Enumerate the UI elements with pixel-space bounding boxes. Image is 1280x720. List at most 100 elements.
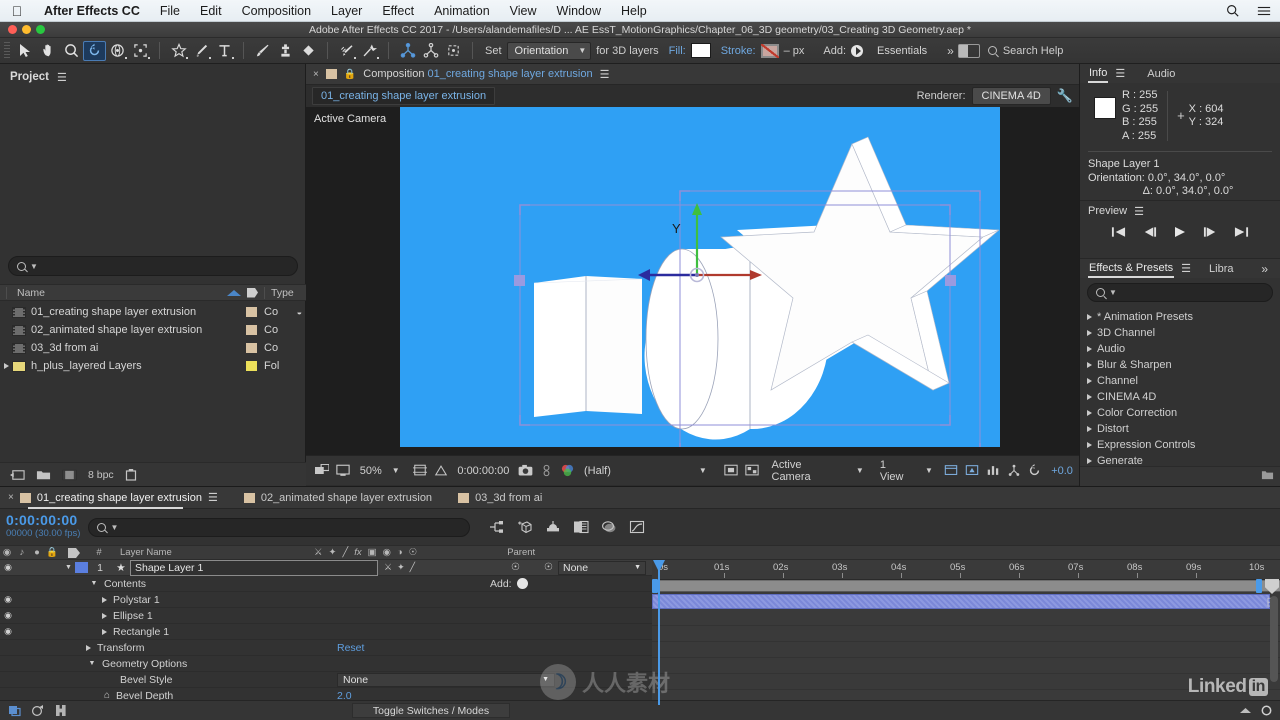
pen-tool-icon[interactable] [190,41,213,61]
delete-icon[interactable] [125,468,137,481]
menu-item-window[interactable]: Window [547,0,611,22]
menu-item-after-effects[interactable]: After Effects CC [34,0,150,22]
workspace-overflow-icon[interactable]: » [941,44,958,58]
work-area-bar[interactable] [652,580,1280,592]
column-number[interactable]: # [88,546,110,559]
stroke-label[interactable]: Stroke: [711,45,761,57]
column-layer-name[interactable]: Layer Name [110,546,306,559]
camera-view-value[interactable]: Active Camera [763,459,846,483]
views-chevron-down-icon[interactable]: ▼ [917,466,941,475]
composition-tab-label[interactable]: Composition 01_creating shape layer extr… [363,68,592,80]
disclosure-triangle-icon[interactable] [1087,458,1092,464]
timeline-property-row[interactable]: ▼ Contents Add: [0,576,652,592]
type-tool-icon[interactable] [213,41,236,61]
exposure-value[interactable]: +0.0 [1045,465,1079,477]
window-traffic-lights[interactable] [8,25,45,34]
menu-item-composition[interactable]: Composition [232,0,321,22]
layer-name-field[interactable]: Shape Layer 1 [130,559,378,576]
project-item-row[interactable]: 02_animated shape layer extrusion Co [0,321,306,339]
shy-header-icon[interactable]: ⚔ [314,547,323,558]
column-name[interactable]: Name [6,286,227,299]
close-tab-icon[interactable]: × [8,492,14,503]
disclosure-triangle-icon[interactable] [1087,330,1092,336]
effects-category-row[interactable]: Color Correction [1080,405,1280,421]
frame-blending-icon[interactable] [572,519,589,536]
project-item-row[interactable]: h_plus_layered Layers Fol [0,357,306,375]
timeline-property-row[interactable]: ◉ Ellipse 1 [0,608,652,624]
collapse-transform-switch-icon[interactable]: ✦ [397,562,405,573]
menu-item-layer[interactable]: Layer [321,0,372,22]
spotlight-search-icon[interactable] [1217,4,1248,17]
disclosure-triangle-icon[interactable]: ▼ [88,580,100,587]
parent-pickwhip-icon[interactable]: ☉ [544,562,558,573]
current-time-indicator[interactable] [653,560,665,705]
graph-editor-icon[interactable] [628,519,645,536]
renderer-value[interactable]: CINEMA 4D [971,87,1051,105]
selection-tool-icon[interactable] [14,41,37,61]
transform-reset-link[interactable]: Reset [337,642,364,654]
preview-panel-menu-icon[interactable]: ☰ [1134,205,1144,218]
region-of-interest-icon[interactable] [721,462,742,480]
timeline-search-input[interactable]: ▼ [88,517,471,537]
panel-overflow-icon[interactable]: » [1255,262,1272,276]
layer-switches[interactable]: ⚔ ✦ ╱ [378,562,415,573]
next-frame-button[interactable] [1203,226,1218,238]
disclosure-triangle-icon[interactable] [1087,442,1092,448]
project-item-row[interactable]: 03_3d from ai Co [0,339,306,357]
minimize-window-button[interactable] [22,25,31,34]
shape-star-tool-icon[interactable] [167,41,190,61]
quality-header-icon[interactable]: ╱ [343,547,349,558]
orbit-camera-tool-icon[interactable] [106,41,129,61]
menu-item-edit[interactable]: Edit [190,0,232,22]
hand-tool-icon[interactable] [37,41,60,61]
control-center-icon[interactable] [1248,5,1280,17]
3d-renderer-icon[interactable] [1003,462,1024,480]
bevel-style-dropdown[interactable]: None ▼ [337,672,555,687]
solo-switch-header-icon[interactable]: ● [30,546,44,559]
menu-item-help[interactable]: Help [611,0,657,22]
clone-stamp-tool-icon[interactable] [274,41,297,61]
toggle-switches-modes-button[interactable]: Toggle Switches / Modes [352,703,510,718]
rotation-tool-icon[interactable] [83,40,106,61]
shape-visibility-icon[interactable]: ◉ [0,594,16,605]
puppet-pin-tool-icon[interactable] [358,41,381,61]
effects-category-row[interactable]: * Animation Presets [1080,309,1280,325]
work-area-end-handle[interactable] [1256,579,1262,593]
last-frame-button[interactable] [1234,226,1249,238]
layer-label-color[interactable] [75,562,88,573]
tab-audio[interactable]: Audio [1146,66,1176,82]
comp-flowchart-icon[interactable] [8,704,22,717]
timeline-panel-menu-icon[interactable]: ☰ [208,491,218,504]
universal-camera-tool-icon[interactable] [396,41,419,61]
draft-3d-icon[interactable] [516,519,533,536]
shape-visibility-icon[interactable]: ◉ [0,626,16,637]
effects-search-input[interactable]: ▼ [1087,283,1273,302]
timeline-tab-01[interactable]: 01_creating shape layer extrusion ☰ [19,491,232,504]
frame-blend-header-icon[interactable]: ▣ [368,547,377,558]
timeline-tab-03[interactable]: 03_3d from ai [446,492,556,504]
current-timecode-value[interactable]: 0:00:00:00 [451,465,515,477]
reset-exposure-icon[interactable] [1024,462,1045,480]
motion-blur-icon[interactable] [600,519,617,536]
effects-category-row[interactable]: Channel [1080,373,1280,389]
composition-canvas[interactable]: Y [400,107,1000,447]
snapshot-camera-icon[interactable] [515,462,536,480]
brush-tool-icon[interactable] [251,41,274,61]
search-help-field[interactable]: Search Help [980,45,1063,57]
sort-ascending-icon[interactable] [227,289,241,296]
column-parent[interactable]: Parent [417,546,535,559]
effects-category-row[interactable]: 3D Channel [1080,325,1280,341]
shy-switch-icon[interactable]: ⚔ [384,562,392,573]
layer-duration-bar[interactable] [652,594,1270,609]
tab-effects-presets[interactable]: Effects & Presets [1088,260,1175,278]
resolution-value[interactable]: (Half) [578,465,617,477]
disclosure-triangle-icon[interactable] [4,363,9,369]
disclosure-triangle-icon[interactable]: ▼ [62,564,75,571]
motion-blur-header-icon[interactable]: ◉ [383,547,391,558]
audio-switch-header-icon[interactable]: ♪ [14,546,30,559]
add-shape-control[interactable]: Add: [490,578,528,590]
previous-frame-button[interactable] [1142,226,1157,238]
fill-color-swatch[interactable] [690,43,711,58]
lock-switch-header-icon[interactable]: 🔒 [44,546,60,559]
close-window-button[interactable] [8,25,17,34]
